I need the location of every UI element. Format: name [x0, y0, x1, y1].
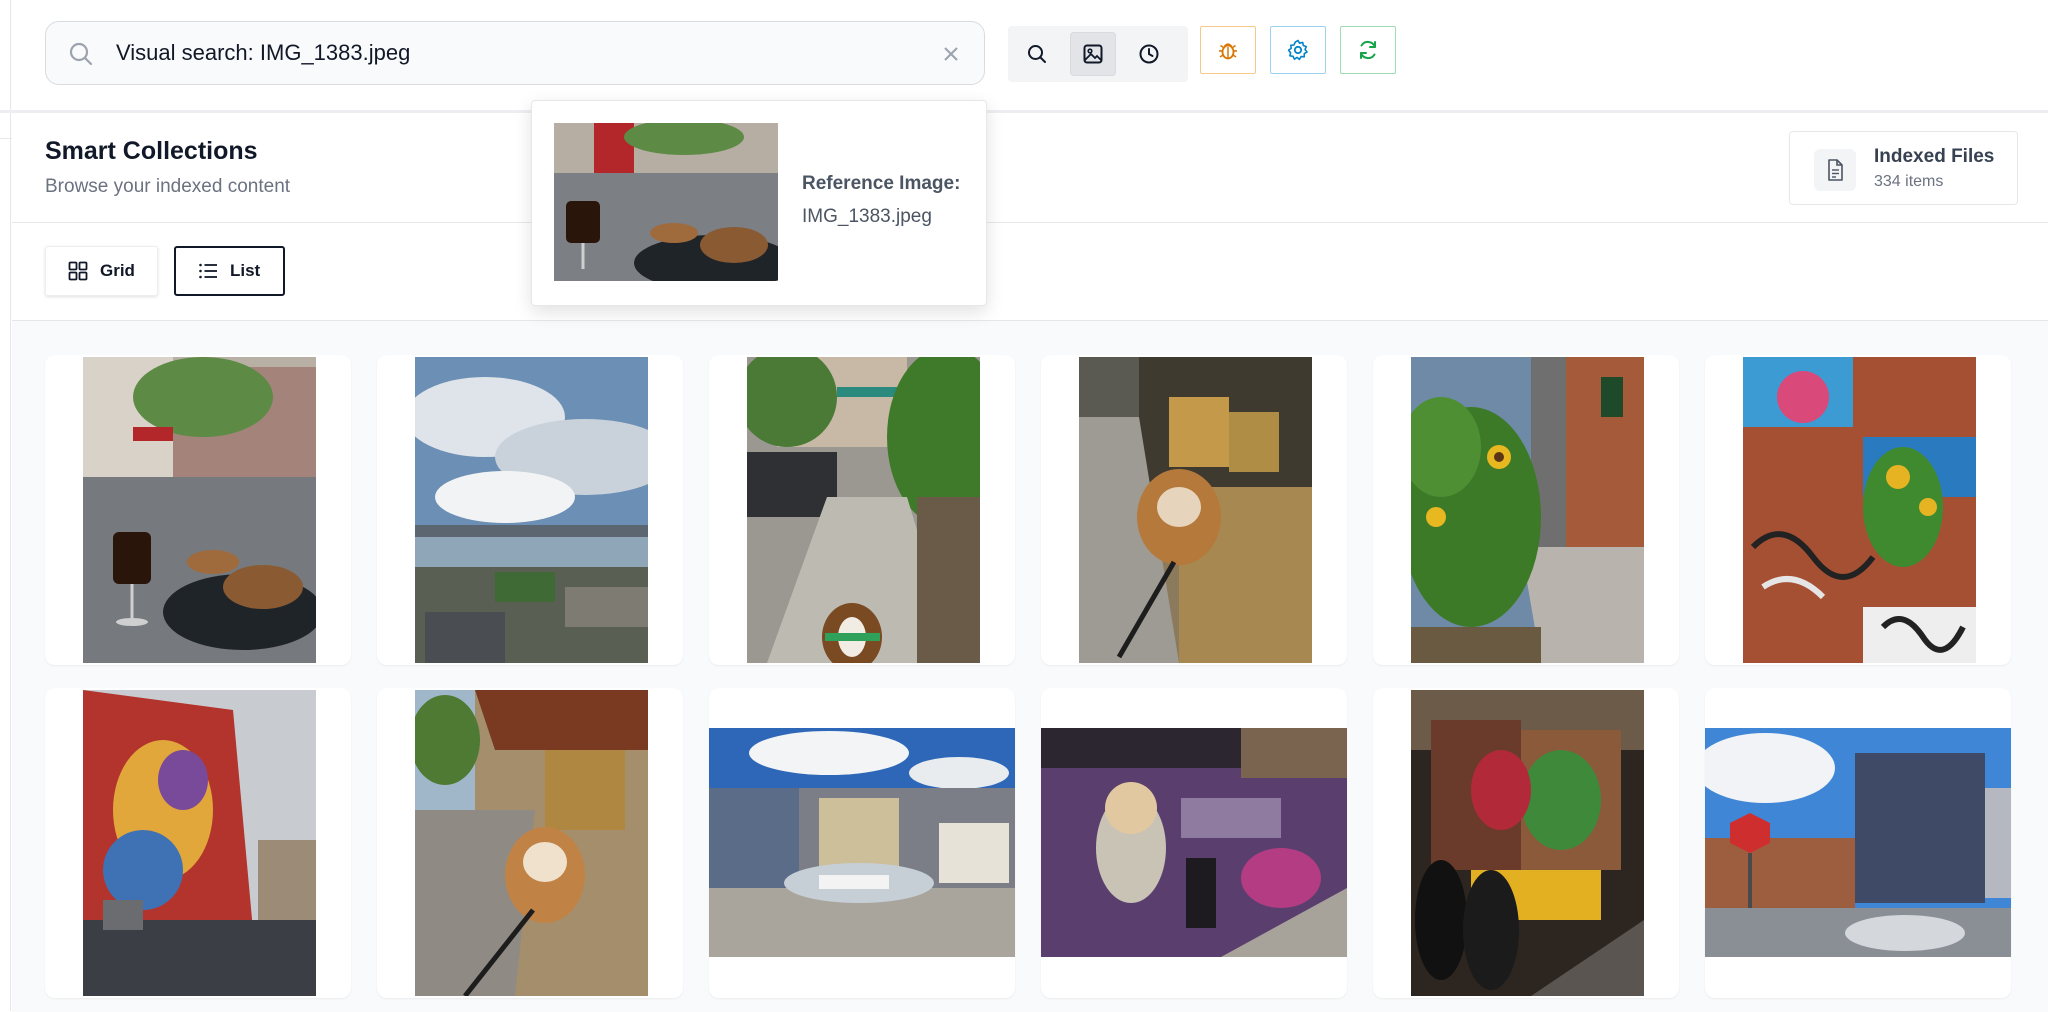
history-button[interactable] — [1126, 32, 1172, 76]
result-thumbnail — [1041, 728, 1347, 957]
indexed-files-card[interactable]: Indexed Files 334 items — [1789, 131, 2018, 205]
result-thumbnail — [747, 357, 980, 663]
result-tile[interactable] — [377, 355, 683, 665]
refresh-icon — [1360, 40, 1376, 60]
result-thumbnail — [83, 357, 316, 663]
result-tile[interactable] — [1373, 355, 1679, 665]
list-view-button[interactable]: List — [174, 246, 285, 296]
search-mode-button[interactable] — [1014, 32, 1060, 76]
search-input[interactable] — [114, 34, 916, 72]
result-thumbnail — [415, 357, 648, 663]
reference-thumbnail — [554, 123, 778, 281]
debug-button[interactable] — [1200, 26, 1256, 74]
gear-icon — [1287, 39, 1308, 61]
section-divider — [12, 222, 2048, 223]
search-icon — [1028, 45, 1046, 63]
result-thumbnail — [1411, 357, 1644, 663]
page-title: Smart Collections — [45, 137, 258, 165]
grid-view-label: Grid — [100, 261, 135, 280]
reference-image-label: Reference Image: — [802, 173, 961, 194]
image-search-button[interactable] — [1070, 32, 1116, 76]
close-icon[interactable] — [939, 42, 963, 66]
result-thumbnail — [1705, 728, 2011, 957]
result-tile[interactable] — [45, 355, 351, 665]
grid-view-button[interactable]: Grid — [45, 246, 158, 296]
refresh-button[interactable] — [1340, 26, 1396, 74]
result-thumbnail — [709, 728, 1015, 957]
header-divider — [0, 110, 2048, 113]
result-tile[interactable] — [1705, 355, 2011, 665]
result-thumbnail — [415, 690, 648, 996]
result-tile[interactable] — [1705, 688, 2011, 998]
reference-image-filename: IMG_1383.jpeg — [802, 206, 932, 227]
result-thumbnail — [1411, 690, 1644, 996]
bug-icon — [1219, 43, 1237, 60]
result-thumbnail — [1079, 357, 1312, 663]
grid-icon — [68, 261, 88, 281]
image-icon — [1083, 44, 1103, 64]
result-tile[interactable] — [1041, 355, 1347, 665]
result-tile[interactable] — [1041, 688, 1347, 998]
settings-button[interactable] — [1270, 26, 1326, 74]
document-icon — [1814, 149, 1856, 191]
indexed-files-count: 334 items — [1874, 173, 1944, 190]
result-tile[interactable] — [709, 355, 1015, 665]
list-view-label: List — [230, 261, 261, 280]
result-tile[interactable] — [377, 688, 683, 998]
left-border — [10, 0, 11, 1011]
result-tile[interactable] — [45, 688, 351, 998]
result-tile[interactable] — [709, 688, 1015, 998]
clock-icon — [1139, 44, 1159, 64]
search-icon — [68, 41, 94, 67]
result-tile[interactable] — [1373, 688, 1679, 998]
result-thumbnail — [1743, 357, 1976, 663]
list-icon — [199, 263, 217, 279]
results-grid — [12, 320, 2048, 1012]
indexed-files-title: Indexed Files — [1874, 146, 1995, 167]
reference-image-popup: Reference Image: IMG_1383.jpeg — [531, 100, 987, 306]
page-subtitle: Browse your indexed content — [45, 176, 291, 197]
result-thumbnail — [83, 690, 316, 996]
search-mode-toolbar — [1008, 26, 1188, 82]
sidebar-divider — [0, 138, 12, 139]
search-bar[interactable] — [45, 21, 985, 85]
